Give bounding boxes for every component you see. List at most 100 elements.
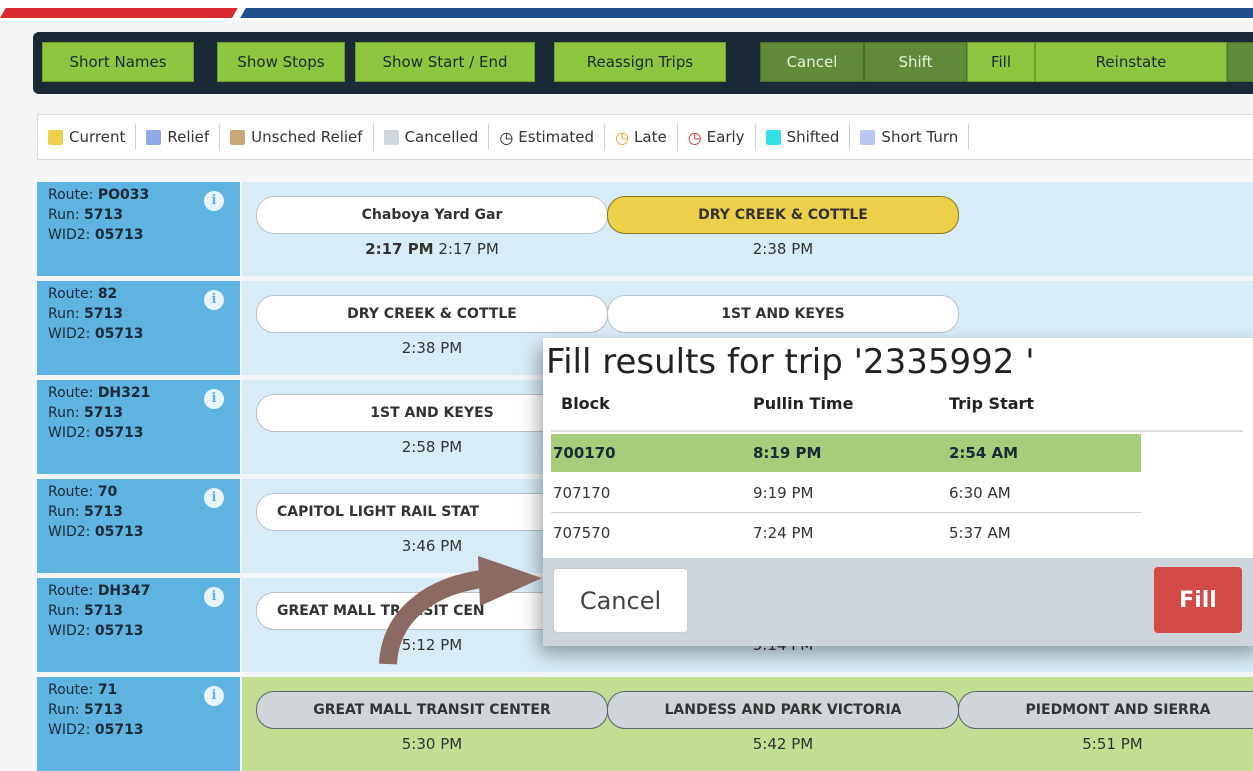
curved-arrow-icon <box>379 556 542 665</box>
trip-info-panel: Route: 71 Run: 5713 WID2: 05713 i <box>37 677 240 771</box>
column-header-block: Block <box>561 394 610 413</box>
route-label: Route: <box>48 286 94 302</box>
legend-current-label: Current <box>69 128 126 146</box>
short-names-button[interactable]: Short Names <box>42 42 194 82</box>
run-value: 5713 <box>84 405 123 421</box>
run-label: Run: <box>48 603 80 619</box>
route-label: Route: <box>48 682 94 698</box>
header-divider <box>551 430 1243 432</box>
trip-stops: GREAT MALL TRANSIT CENTER LANDESS AND PA… <box>242 677 1253 771</box>
run-value: 5713 <box>84 702 123 718</box>
trip-info-panel: Route: DH321 Run: 5713 WID2: 05713 i <box>37 380 240 474</box>
legend-estimated-label: Estimated <box>518 128 595 146</box>
reinstate-button[interactable]: Reinstate <box>1035 42 1227 82</box>
show-start-end-button[interactable]: Show Start / End <box>355 42 535 82</box>
stop-pill[interactable]: Chaboya Yard Gar <box>256 196 608 234</box>
toolbar: Short Names Show Stops Show Start / End … <box>33 32 1253 94</box>
arrow-shaft <box>379 569 492 665</box>
relief-swatch <box>146 129 162 145</box>
late-clock-icon: ◷ <box>615 127 630 147</box>
stop-pill-cancelled[interactable]: LANDESS AND PARK VICTORIA <box>607 691 959 729</box>
estimated-clock-icon: ◷ <box>499 127 514 147</box>
wid-label: WID2: <box>48 326 91 342</box>
route-label: Route: <box>48 583 94 599</box>
legend-cancelled-label: Cancelled <box>404 128 479 146</box>
cancelled-swatch <box>383 129 399 145</box>
legend-relief: Relief <box>136 124 221 150</box>
trip-info-panel: Route: DH347 Run: 5713 WID2: 05713 i <box>37 578 240 672</box>
wid-value: 05713 <box>94 722 144 738</box>
pullin-cell: 7:24 PM <box>753 524 814 542</box>
reassign-trips-button[interactable]: Reassign Trips <box>554 42 726 82</box>
scheduled-time: 2:17 PM <box>438 240 499 258</box>
shift-button[interactable]: Shift <box>864 42 967 82</box>
trip-start-cell: 2:54 AM <box>949 444 1019 462</box>
block-cell: 707170 <box>553 484 611 502</box>
info-icon[interactable]: i <box>204 191 224 211</box>
info-icon[interactable]: i <box>204 587 224 607</box>
route-value: 71 <box>97 682 118 698</box>
legend-late-label: Late <box>634 128 667 146</box>
run-label: Run: <box>48 405 80 421</box>
brand-stripe <box>0 0 1253 20</box>
stop-pill[interactable]: 1ST AND KEYES <box>607 295 959 333</box>
route-value: DH321 <box>97 385 151 401</box>
legend-late: ◷ Late <box>605 124 678 150</box>
arrow-head <box>478 556 542 606</box>
brand-stripe-blue <box>240 8 1253 18</box>
block-cell: 707570 <box>553 524 611 542</box>
dialog-fill-button[interactable]: Fill <box>1154 567 1242 633</box>
wid-label: WID2: <box>48 227 91 243</box>
wid-label: WID2: <box>48 425 91 441</box>
column-header-trip-start: Trip Start <box>949 394 1035 413</box>
pullin-cell: 9:19 PM <box>753 484 814 502</box>
info-icon[interactable]: i <box>204 686 224 706</box>
stop-pill-current[interactable]: DRY CREEK & COTTLE <box>607 196 959 234</box>
legend-relief-label: Relief <box>167 128 210 146</box>
unsched-relief-swatch <box>230 129 246 145</box>
dialog-cancel-button[interactable]: Cancel <box>553 568 688 633</box>
result-row[interactable]: 707570 7:24 PM 5:37 AM <box>551 514 1141 552</box>
trip-row: Route: 71 Run: 5713 WID2: 05713 i GREAT … <box>37 677 1253 771</box>
legend-early-label: Early <box>706 128 745 146</box>
trip-start-cell: 6:30 AM <box>949 484 1011 502</box>
run-value: 5713 <box>84 306 123 322</box>
info-icon[interactable]: i <box>204 488 224 508</box>
brand-stripe-red <box>0 8 238 18</box>
legend-estimated: ◷ Estimated <box>489 124 606 150</box>
trip-info-panel: Route: PO033 Run: 5713 WID2: 05713 i <box>37 182 240 276</box>
result-row[interactable]: 707170 9:19 PM 6:30 AM <box>551 474 1141 513</box>
result-row-selected[interactable]: 700170 8:19 PM 2:54 AM <box>551 434 1141 472</box>
status-legend: Current Relief Unsched Relief Cancelled … <box>37 114 1253 160</box>
wid-label: WID2: <box>48 524 91 540</box>
info-icon[interactable]: i <box>204 290 224 310</box>
stop-time: 2:17 PM 2:17 PM <box>256 240 608 260</box>
trip-info-panel: Route: 70 Run: 5713 WID2: 05713 i <box>37 479 240 573</box>
run-value: 5713 <box>84 603 123 619</box>
info-icon[interactable]: i <box>204 389 224 409</box>
route-label: Route: <box>48 187 94 203</box>
stop-pill[interactable]: DRY CREEK & COTTLE <box>256 295 608 333</box>
route-value: PO033 <box>97 187 150 203</box>
stop-pill-cancelled[interactable]: PIEDMONT AND SIERRA <box>958 691 1253 729</box>
route-label: Route: <box>48 385 94 401</box>
run-label: Run: <box>48 207 80 223</box>
run-label: Run: <box>48 504 80 520</box>
stop-time: 5:51 PM <box>1082 735 1143 753</box>
show-stops-button[interactable]: Show Stops <box>217 42 345 82</box>
stop-pill-cancelled[interactable]: GREAT MALL TRANSIT CENTER <box>256 691 608 729</box>
legend-unsched-relief-label: Unsched Relief <box>251 128 363 146</box>
wid-label: WID2: <box>48 623 91 639</box>
trip-stops: Chaboya Yard Gar DRY CREEK & COTTLE 2:17… <box>242 182 1253 276</box>
legend-unsched-relief: Unsched Relief <box>220 124 374 150</box>
run-value: 5713 <box>84 504 123 520</box>
shifted-swatch <box>765 129 781 145</box>
legend-short-turn: Short Turn <box>850 124 970 150</box>
trip-info-panel: Route: 82 Run: 5713 WID2: 05713 i <box>37 281 240 375</box>
early-clock-icon: ◷ <box>687 127 702 147</box>
fill-toolbar-button[interactable]: Fill <box>967 42 1035 82</box>
route-value: DH347 <box>97 583 151 599</box>
trip-start-cell: 5:37 AM <box>949 524 1011 542</box>
cancel-trip-button[interactable]: Cancel <box>760 42 864 82</box>
toolbar-overflow-button[interactable] <box>1227 42 1253 82</box>
